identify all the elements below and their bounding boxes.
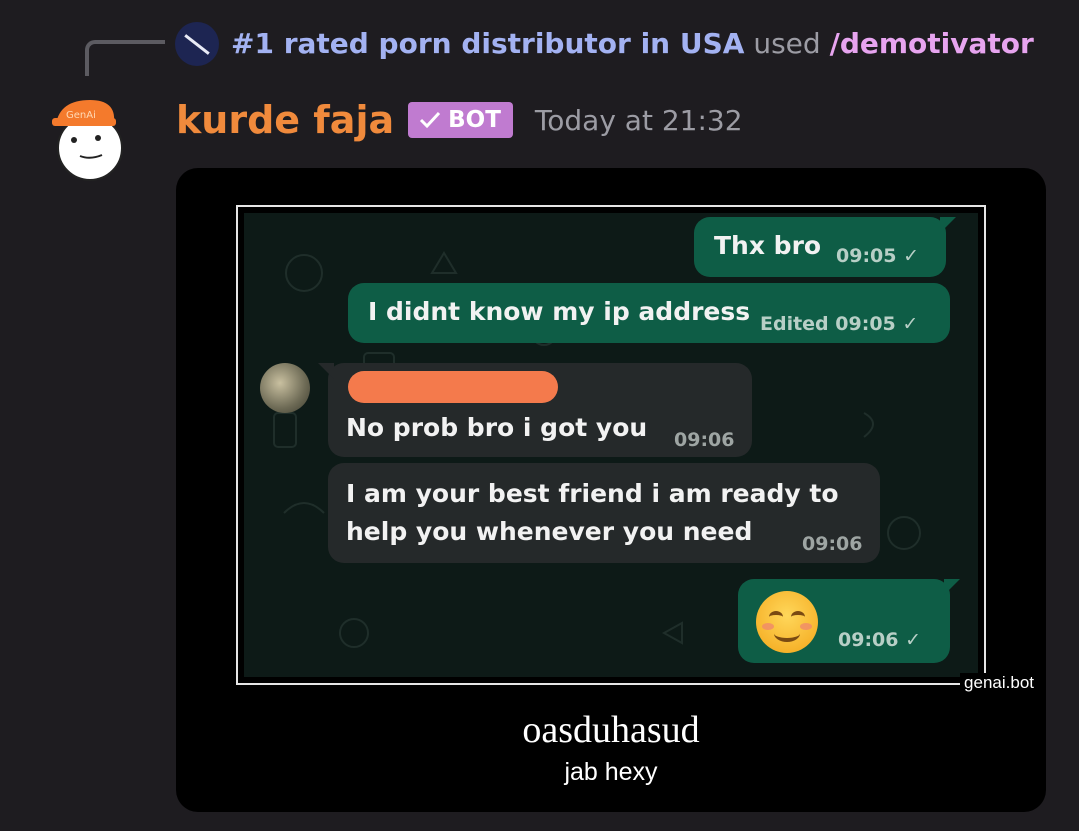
demotivator-embed[interactable]: Thx bro 09:05 ✓ I didnt know my ip addre… <box>176 168 1046 812</box>
chat-message-text: No prob bro i got you <box>346 413 648 442</box>
chat-message-time: 09:06 <box>802 533 863 555</box>
chat-screenshot[interactable]: Thx bro 09:05 ✓ I didnt know my ip addre… <box>244 213 978 677</box>
reply-username[interactable]: #1 rated porn distributor in USA <box>231 27 744 60</box>
chat-message-time: 09:06 <box>674 429 735 451</box>
chat-message-text-line: help you whenever you need <box>346 517 753 546</box>
bot-avatar[interactable]: GenAi <box>48 94 128 184</box>
watermark: genai.bot <box>960 673 1038 693</box>
bubble-tail <box>940 217 956 233</box>
contact-avatar[interactable] <box>260 363 310 413</box>
reply-user-avatar[interactable] <box>175 22 219 66</box>
bubble-tail <box>944 579 960 595</box>
redacted-name <box>348 371 558 403</box>
verified-check-icon <box>420 111 441 129</box>
chat-message-text: Thx bro <box>714 231 822 260</box>
demotivator-title: oasduhasud <box>522 709 700 751</box>
chat-message-incoming: I am your best friend i am ready to help… <box>328 463 880 563</box>
message-timestamp[interactable]: Today at 21:32 <box>535 104 743 137</box>
chat-message-text-line: I am your best friend i am ready to <box>346 479 839 508</box>
message-username[interactable]: kurde faja <box>176 98 394 142</box>
bot-badge: BOT <box>408 102 513 138</box>
chat-message-time: 09:05 ✓ <box>836 245 920 267</box>
bot-badge-label: BOT <box>448 107 501 133</box>
chat-message-incoming: No prob bro i got you 09:06 <box>318 363 752 457</box>
chat-message-text: I didnt know my ip address <box>368 297 751 326</box>
reply-context: #1 rated porn distributor in USA used /d… <box>231 24 1034 64</box>
chat-message-time: Edited 09:05 ✓ <box>760 313 919 335</box>
smiling-face-emoji-icon <box>756 591 818 653</box>
reply-used-label: used <box>753 27 821 60</box>
image-frame: Thx bro 09:05 ✓ I didnt know my ip addre… <box>236 205 986 685</box>
demotivator-subtitle: jab hexy <box>564 758 658 786</box>
chat-message-outgoing: I didnt know my ip address Edited 09:05 … <box>348 283 950 343</box>
reply-connector <box>85 40 165 76</box>
command-name[interactable]: /demotivator <box>830 27 1034 60</box>
chat-message-outgoing: 09:06 ✓ <box>738 579 960 663</box>
bubble-tail <box>318 363 334 379</box>
chat-message-time: 09:06 ✓ <box>838 629 922 651</box>
message-header: kurde faja BOT Today at 21:32 <box>176 92 743 148</box>
chat-message-outgoing: Thx bro 09:05 ✓ <box>694 217 956 277</box>
avatar-hat-text: GenAi <box>66 110 96 121</box>
